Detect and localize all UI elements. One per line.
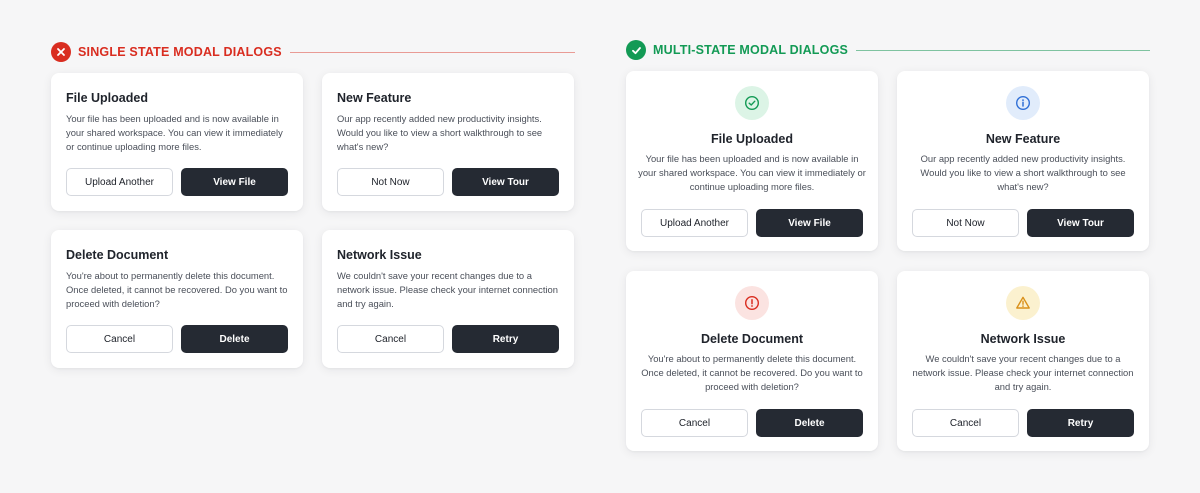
single-dialog-delete-document: Delete Document You're about to permanen… xyxy=(51,230,303,368)
check-circle-icon xyxy=(735,86,769,120)
cancel-button[interactable]: Cancel xyxy=(912,409,1019,437)
cancel-button[interactable]: Cancel xyxy=(337,325,444,353)
dialog-actions: Cancel Retry xyxy=(337,325,559,353)
multi-dialog-network-issue: Network Issue We couldn't save your rece… xyxy=(897,271,1149,451)
single-dialog-new-feature: New Feature Our app recently added new p… xyxy=(322,73,574,211)
view-tour-button[interactable]: View Tour xyxy=(452,168,559,196)
single-dialog-file-uploaded: File Uploaded Your file has been uploade… xyxy=(51,73,303,211)
dialog-body: Your file has been uploaded and is now a… xyxy=(66,113,283,152)
dialog-body: You're about to permanently delete this … xyxy=(641,353,863,392)
single-state-header: SINGLE STATE MODAL DIALOGS xyxy=(51,42,575,62)
multi-state-header: MULTI-STATE MODAL DIALOGS xyxy=(626,40,1150,60)
dialog-actions: Cancel Delete xyxy=(66,325,288,353)
alert-circle-icon xyxy=(735,286,769,320)
dialog-body: Your file has been uploaded and is now a… xyxy=(638,153,866,192)
info-icon xyxy=(1006,86,1040,120)
cancel-button[interactable]: Cancel xyxy=(641,409,748,437)
not-now-button[interactable]: Not Now xyxy=(337,168,444,196)
view-tour-button[interactable]: View Tour xyxy=(1027,209,1134,237)
dialog-title: File Uploaded xyxy=(711,132,793,146)
dialog-title: New Feature xyxy=(985,132,1061,146)
dialog-actions: Cancel Delete xyxy=(641,409,863,437)
dialog-actions: Cancel Retry xyxy=(912,409,1134,437)
dialog-body: Our app recently added new productivity … xyxy=(337,113,543,152)
not-now-button[interactable]: Not Now xyxy=(912,209,1019,237)
retry-button[interactable]: Retry xyxy=(452,325,559,353)
dialog-title: Network Issue xyxy=(337,248,422,262)
dialog-actions: Upload Another View File xyxy=(641,209,863,237)
dialog-actions: Not Now View Tour xyxy=(912,209,1134,237)
delete-button[interactable]: Delete xyxy=(756,409,863,437)
multi-dialog-file-uploaded: File Uploaded Your file has been uploade… xyxy=(626,71,878,251)
dialog-title: Delete Document xyxy=(66,248,169,262)
multi-state-title: MULTI-STATE MODAL DIALOGS xyxy=(653,43,849,57)
upload-another-button[interactable]: Upload Another xyxy=(66,168,173,196)
dialog-body: Our app recently added new productivity … xyxy=(920,153,1126,192)
multi-dialog-delete-document: Delete Document You're about to permanen… xyxy=(626,271,878,451)
single-dialog-network-issue: Network Issue We couldn't save your rece… xyxy=(322,230,574,368)
dialog-title: Delete Document xyxy=(700,332,804,346)
retry-button[interactable]: Retry xyxy=(1027,409,1134,437)
x-icon xyxy=(51,42,71,62)
dialog-title: File Uploaded xyxy=(66,91,148,105)
dialog-body: We couldn't save your recent changes due… xyxy=(337,270,558,309)
dialog-body: You're about to permanently delete this … xyxy=(66,270,288,309)
multi-dialog-new-feature: New Feature Our app recently added new p… xyxy=(897,71,1149,251)
upload-another-button[interactable]: Upload Another xyxy=(641,209,748,237)
view-file-button[interactable]: View File xyxy=(181,168,288,196)
view-file-button[interactable]: View File xyxy=(756,209,863,237)
dialog-title: Network Issue xyxy=(980,332,1066,346)
warning-icon xyxy=(1006,286,1040,320)
dialog-actions: Upload Another View File xyxy=(66,168,288,196)
check-icon xyxy=(626,40,646,60)
dialog-title: New Feature xyxy=(337,91,412,105)
dialog-actions: Not Now View Tour xyxy=(337,168,559,196)
delete-button[interactable]: Delete xyxy=(181,325,288,353)
cancel-button[interactable]: Cancel xyxy=(66,325,173,353)
dialog-body: We couldn't save your recent changes due… xyxy=(912,353,1134,392)
multi-state-divider xyxy=(856,49,1150,51)
single-state-divider xyxy=(289,51,575,53)
single-state-title: SINGLE STATE MODAL DIALOGS xyxy=(78,45,282,59)
